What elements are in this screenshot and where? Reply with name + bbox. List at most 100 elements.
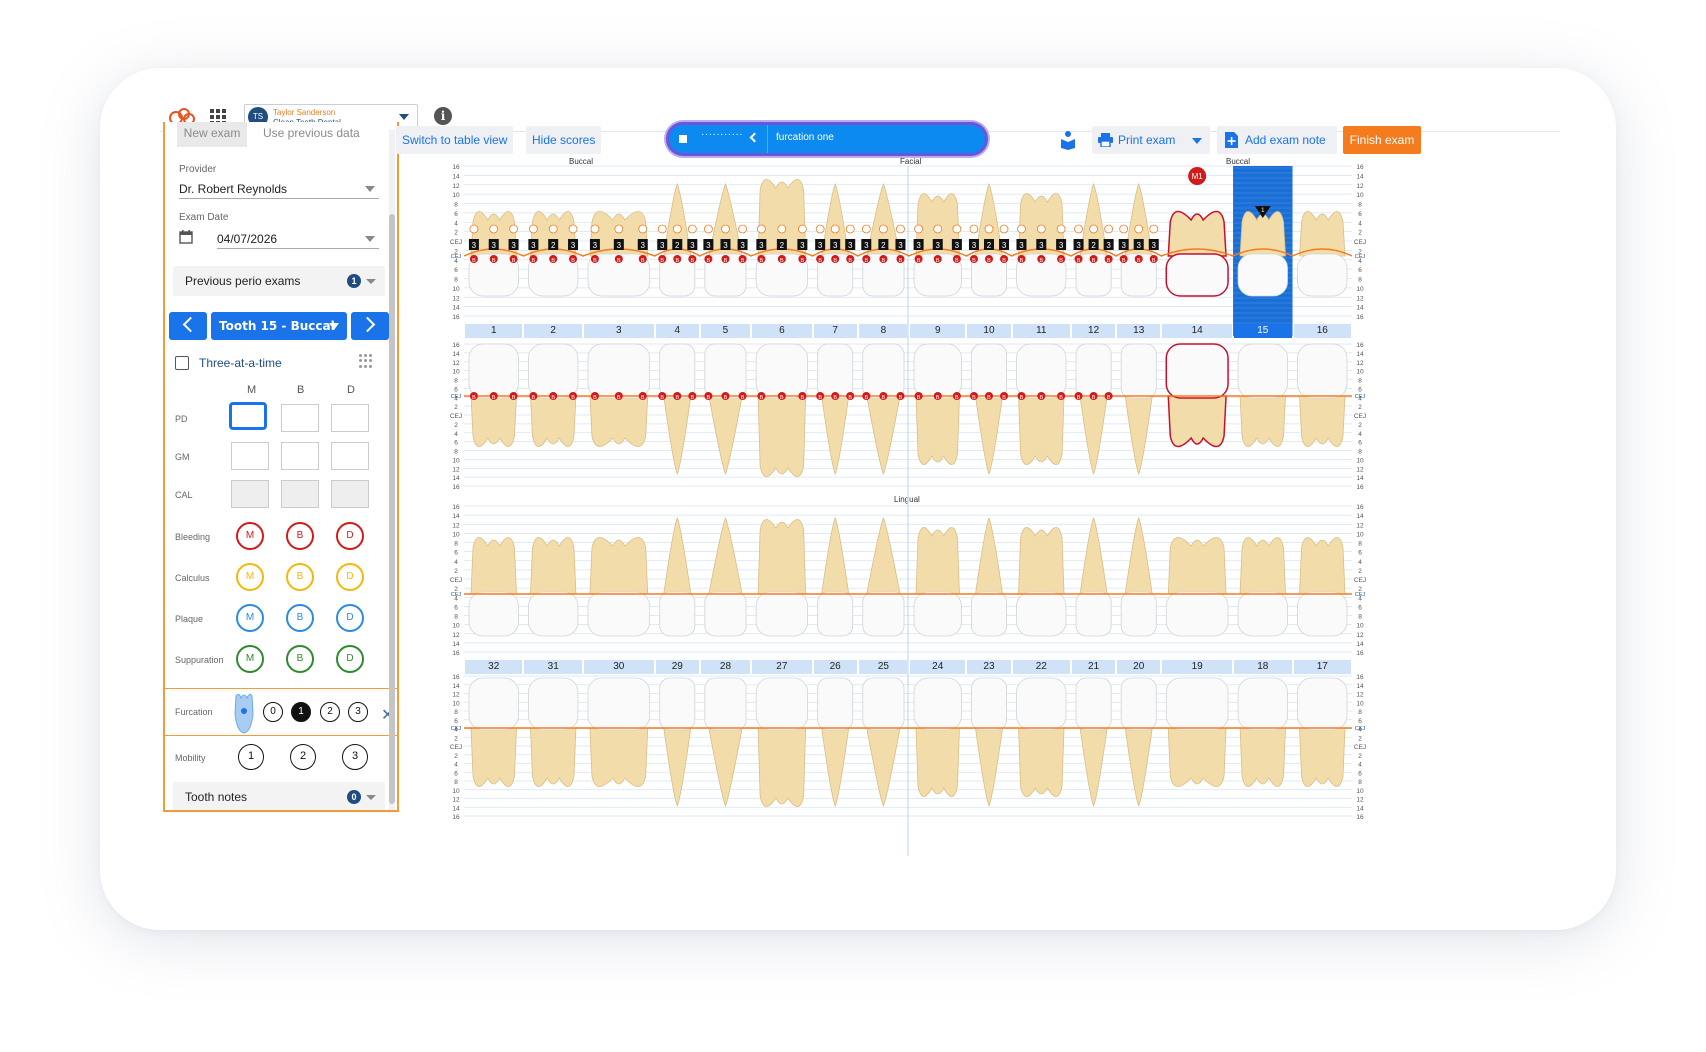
calculus-m-toggle[interactable]: M — [236, 563, 264, 591]
bleeding-dot-label: B — [571, 395, 575, 401]
tooth-number-8[interactable]: 8 — [858, 324, 909, 338]
tooth-number-17[interactable]: 17 — [1293, 660, 1351, 674]
scale-label: 2 — [454, 753, 458, 760]
tooth-number-29[interactable]: 29 — [655, 660, 699, 674]
tooth-number-21[interactable]: 21 — [1072, 660, 1116, 674]
pocket-depth-value: 3 — [833, 241, 838, 250]
gm-dot — [657, 224, 667, 234]
mobility-3-option[interactable]: 3 — [342, 744, 368, 770]
pd-b-input[interactable] — [281, 404, 319, 432]
previous-tooth-button[interactable] — [169, 312, 207, 340]
hide-scores-button[interactable]: Hide scores — [526, 126, 602, 154]
furcation-0-option[interactable]: 0 — [263, 702, 283, 722]
suppuration-m-toggle[interactable]: M — [236, 645, 264, 673]
tooth-number-27[interactable]: 27 — [752, 660, 812, 674]
tooth-root — [1167, 727, 1227, 787]
previous-exams-row[interactable]: Previous perio exams 1 — [173, 266, 385, 296]
tooth-number-7[interactable]: 7 — [813, 324, 857, 338]
add-exam-note-button[interactable]: Add exam note — [1217, 126, 1337, 154]
tooth-number-2[interactable]: 2 — [524, 324, 582, 338]
info-icon[interactable]: i — [434, 107, 452, 125]
tab-use-previous[interactable]: Use previous data — [263, 122, 383, 147]
next-tooth-button[interactable] — [351, 312, 389, 340]
keypad-icon[interactable] — [359, 354, 373, 368]
plaque-d-toggle[interactable]: D — [336, 604, 364, 632]
tooth-crown — [659, 677, 696, 731]
tooth-number-20[interactable]: 20 — [1117, 660, 1161, 674]
pd-d-input[interactable] — [331, 404, 369, 432]
tooth-chart-graphic[interactable]: 16 1614 1412 1210 108 86 64 42 2CEJ CEJ2 24 46 68 810… — [436, 156, 1366, 856]
chevron-down-icon — [366, 795, 376, 800]
furcation-1-option[interactable]: 1 — [291, 702, 311, 722]
bleeding-d-toggle[interactable]: D — [336, 522, 364, 550]
tooth-number-30[interactable]: 30 — [583, 660, 654, 674]
sidebar-scroll-thumb[interactable] — [389, 214, 395, 804]
reader-icon[interactable] — [1060, 130, 1076, 150]
tooth-number-3[interactable]: 3 — [583, 324, 654, 338]
switch-table-view-button[interactable]: Switch to table view — [396, 126, 514, 154]
tooth-number-13[interactable]: 13 — [1117, 324, 1161, 338]
tooth-number-5[interactable]: 5 — [700, 324, 751, 338]
bleeding-m-toggle[interactable]: M — [236, 522, 264, 550]
tooth-notes-label: Tooth notes — [185, 790, 248, 804]
tooth-number-19[interactable]: 19 — [1162, 660, 1233, 674]
tooth-surface-selector[interactable]: Tooth 15 - Buccal — [211, 312, 347, 340]
calendar-icon[interactable] — [179, 230, 193, 244]
bleeding-dot-label: B — [917, 395, 921, 401]
three-at-a-time-checkbox[interactable] — [175, 356, 189, 370]
gm-b-input[interactable] — [281, 442, 319, 470]
finish-exam-button[interactable]: Finish exam — [1343, 126, 1421, 154]
plaque-b-toggle[interactable]: B — [286, 604, 314, 632]
plaque-m-toggle[interactable]: M — [236, 604, 264, 632]
tooth-number-14[interactable]: 14 — [1162, 324, 1233, 338]
suppuration-b-toggle[interactable]: B — [286, 645, 314, 673]
tooth-crown — [528, 677, 579, 731]
scale-label: 16 — [1356, 504, 1364, 511]
tooth-number-15[interactable]: 15 — [1234, 324, 1292, 338]
bleeding-b-toggle[interactable]: B — [286, 522, 314, 550]
tooth-notes-row[interactable]: Tooth notes 0 — [173, 782, 385, 810]
furcation-3-option[interactable]: 3 — [348, 702, 368, 722]
mobility-2-option[interactable]: 2 — [290, 744, 316, 770]
gm-dot — [914, 224, 923, 234]
tooth-number-23[interactable]: 23 — [967, 660, 1011, 674]
mobility-1-option[interactable]: 1 — [238, 744, 264, 770]
tab-new-exam[interactable]: New exam — [177, 122, 247, 147]
furcation-2-option[interactable]: 2 — [320, 702, 340, 722]
bleeding-dot-label: B — [532, 395, 536, 401]
tooth-number-18[interactable]: 18 — [1234, 660, 1292, 674]
tooth-number-6[interactable]: 6 — [752, 324, 812, 338]
tooth-number-31[interactable]: 31 — [524, 660, 582, 674]
scale-label: 14 — [1356, 475, 1364, 482]
gm-m-input[interactable] — [231, 442, 269, 470]
tooth-number-16[interactable]: 16 — [1293, 324, 1351, 338]
scale-label: 12 — [452, 360, 460, 367]
calculus-b-toggle[interactable]: B — [286, 563, 314, 591]
suppuration-d-toggle[interactable]: D — [336, 645, 364, 673]
voice-command-bar[interactable]: ··········· furcation one — [666, 122, 988, 156]
exam-date-field[interactable]: 04/07/2026 — [217, 232, 277, 246]
tooth-number-24[interactable]: 24 — [910, 660, 966, 674]
gm-d-input[interactable] — [331, 442, 369, 470]
stop-icon[interactable] — [679, 135, 687, 143]
print-exam-button[interactable]: Print exam — [1092, 126, 1210, 154]
provider-select[interactable]: Dr. Robert Reynolds — [179, 182, 287, 196]
tooth-number-1[interactable]: 1 — [465, 324, 523, 338]
tooth-number-22[interactable]: 22 — [1012, 660, 1071, 674]
tooth-number-25[interactable]: 25 — [858, 660, 909, 674]
pocket-depth-value: 2 — [780, 241, 785, 250]
tooth-number-4[interactable]: 4 — [655, 324, 699, 338]
pd-m-input[interactable] — [229, 402, 267, 430]
tooth-number-11[interactable]: 11 — [1012, 324, 1071, 338]
tooth-number-10[interactable]: 10 — [967, 324, 1011, 338]
tooth-number-9[interactable]: 9 — [910, 324, 966, 338]
tooth-number-26[interactable]: 26 — [813, 660, 857, 674]
tooth-number-32[interactable]: 32 — [465, 660, 523, 674]
bleeding-dot-label: B — [1059, 395, 1063, 401]
calculus-d-toggle[interactable]: D — [336, 563, 364, 591]
pocket-depth-value: 3 — [916, 241, 921, 250]
tooth-number-12[interactable]: 12 — [1072, 324, 1116, 338]
chevron-left-icon[interactable] — [749, 132, 760, 143]
tooth-number-28[interactable]: 28 — [700, 660, 751, 674]
scale-label: 6 — [1358, 267, 1362, 274]
